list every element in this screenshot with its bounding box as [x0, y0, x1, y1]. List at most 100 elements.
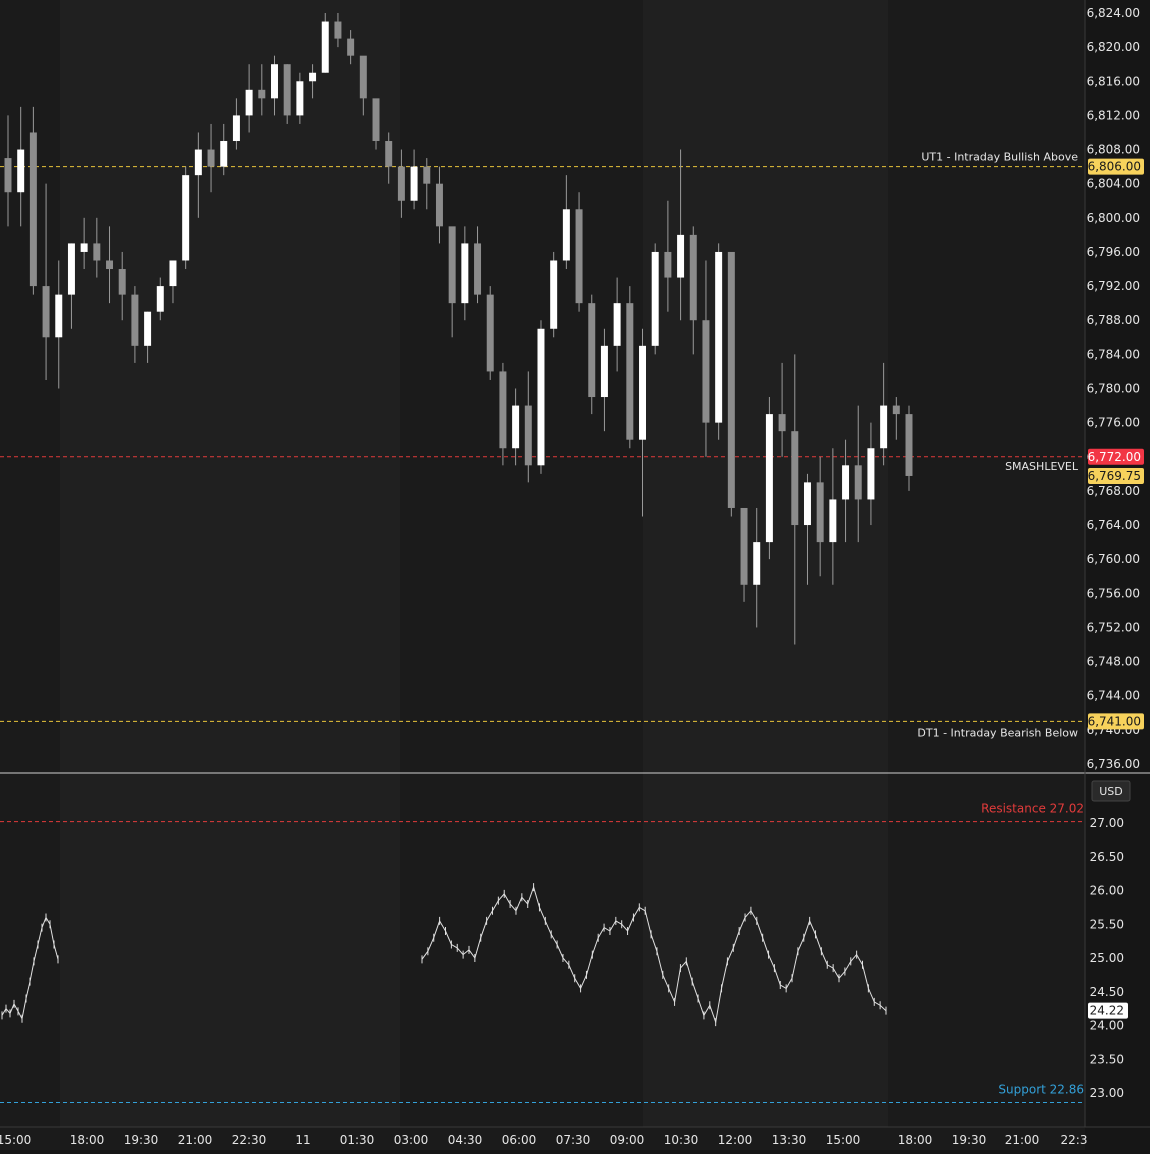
- candle-body: [715, 251, 723, 423]
- indicator-tick-label: 26.00: [1090, 884, 1124, 898]
- candle-body: [639, 345, 646, 440]
- price-tick-label: 6,816.00: [1087, 74, 1140, 88]
- indicator-level-label: Support 22.86: [998, 1082, 1084, 1096]
- candle-body: [17, 149, 25, 193]
- candle-body: [410, 166, 418, 201]
- candle-body: [892, 405, 900, 415]
- level-label: UT1 - Intraday Bullish Above: [921, 151, 1078, 164]
- price-tick-label: 6,808.00: [1087, 143, 1140, 157]
- time-tick-label: 15:00: [0, 1133, 31, 1147]
- chart-canvas[interactable]: 6,824.00 6,820.00 6,816.00 6,812.00 6,808.00…: [0, 0, 1150, 1150]
- candle-body: [423, 166, 431, 184]
- candle-body: [397, 166, 405, 201]
- candle-body: [67, 243, 75, 295]
- time-tick-label: 18:00: [70, 1133, 105, 1147]
- candle-body: [169, 260, 177, 287]
- candle-body: [512, 405, 520, 449]
- price-tick-label: 6,736.00: [1087, 757, 1140, 771]
- candle-body: [575, 209, 583, 304]
- time-tick-label: 22:3: [1061, 1133, 1088, 1147]
- candle-body: [271, 64, 278, 99]
- price-tick-label: 6,800.00: [1087, 211, 1140, 225]
- price-tick-label: 6,780.00: [1087, 382, 1140, 396]
- candle-body: [448, 226, 456, 304]
- indicator-tick-label: 23.50: [1090, 1052, 1124, 1066]
- candle-body: [626, 303, 634, 440]
- candle-body: [385, 141, 393, 167]
- time-tick-label: 10:30: [664, 1133, 699, 1147]
- time-tick-label: 07:30: [556, 1133, 591, 1147]
- candle-body: [588, 303, 596, 398]
- candle-body: [321, 21, 329, 73]
- candle-body: [4, 158, 12, 193]
- candle-body: [689, 234, 697, 321]
- candle-body: [905, 414, 913, 476]
- candle-body: [42, 286, 50, 338]
- level-badge-text: 6,741.00: [1088, 714, 1141, 728]
- price-tick-label: 6,768.00: [1087, 484, 1140, 498]
- candle-body: [359, 55, 367, 99]
- candle-body: [283, 64, 291, 116]
- candle-body: [258, 89, 266, 99]
- candle-body: [613, 303, 621, 346]
- time-tick-label: 19:30: [952, 1133, 987, 1147]
- candle-body: [600, 345, 608, 398]
- candle-body: [220, 141, 228, 167]
- candle-body: [524, 405, 532, 466]
- last-price-badge-text: 6,769.75: [1088, 469, 1141, 483]
- candle-body: [765, 414, 773, 543]
- currency-label: USD: [1099, 785, 1123, 798]
- time-tick-label: 11: [295, 1133, 310, 1147]
- price-tick-label: 6,756.00: [1087, 586, 1140, 600]
- candle-body: [880, 405, 888, 449]
- price-tick-label: 6,744.00: [1087, 689, 1140, 703]
- candle-body: [309, 72, 317, 82]
- indicator-last-badge-text: 24.22: [1090, 1004, 1124, 1018]
- candle-body: [118, 269, 126, 295]
- price-tick-label: 6,824.00: [1087, 6, 1140, 20]
- indicator-tick-label: 23.00: [1090, 1086, 1124, 1100]
- candle-body: [778, 414, 786, 432]
- time-tick-label: 01:30: [340, 1133, 375, 1147]
- candle-body: [486, 294, 494, 372]
- time-tick-label: 12:00: [718, 1133, 753, 1147]
- candle-body: [562, 209, 570, 261]
- candle-body: [537, 328, 545, 466]
- candle-body: [867, 448, 875, 500]
- candle-body: [461, 243, 469, 304]
- candle-body: [156, 286, 164, 312]
- candle-body: [80, 243, 88, 252]
- candle-body: [144, 311, 152, 346]
- level-badge-text: 6,772.00: [1088, 450, 1141, 464]
- level-badge-text: 6,806.00: [1088, 160, 1141, 174]
- price-tick-label: 6,804.00: [1087, 177, 1140, 191]
- level-label: DT1 - Intraday Bearish Below: [917, 726, 1078, 739]
- candle-body: [854, 465, 862, 500]
- candle-body: [207, 149, 215, 167]
- candle-body: [791, 431, 799, 526]
- time-tick-label: 03:00: [394, 1133, 429, 1147]
- candle-body: [182, 175, 190, 261]
- candle-body: [702, 320, 710, 423]
- candle-body: [677, 234, 685, 278]
- candle-body: [106, 260, 114, 270]
- time-tick-label: 04:30: [448, 1133, 483, 1147]
- candle-body: [474, 243, 482, 295]
- price-tick-label: 6,792.00: [1087, 279, 1140, 293]
- trading-chart[interactable]: 6,824.00 6,820.00 6,816.00 6,812.00 6,808.00…: [0, 0, 1150, 1150]
- time-tick-label: 15:00: [826, 1133, 861, 1147]
- candle-body: [829, 499, 837, 543]
- price-tick-label: 6,764.00: [1087, 518, 1140, 532]
- candle-body: [651, 251, 659, 346]
- candle-body: [753, 542, 761, 585]
- price-tick-label: 6,796.00: [1087, 245, 1140, 259]
- time-tick-label: 21:00: [178, 1133, 213, 1147]
- indicator-tick-label: 25.00: [1090, 951, 1124, 965]
- time-tick-label: 13:30: [772, 1133, 807, 1147]
- candle-body: [232, 115, 240, 142]
- time-tick-label: 22:30: [232, 1133, 267, 1147]
- indicator-level-label: Resistance 27.02: [981, 802, 1084, 816]
- price-tick-label: 6,776.00: [1087, 416, 1140, 430]
- indicator-tick-label: 24.50: [1090, 985, 1124, 999]
- candle-body: [803, 482, 811, 526]
